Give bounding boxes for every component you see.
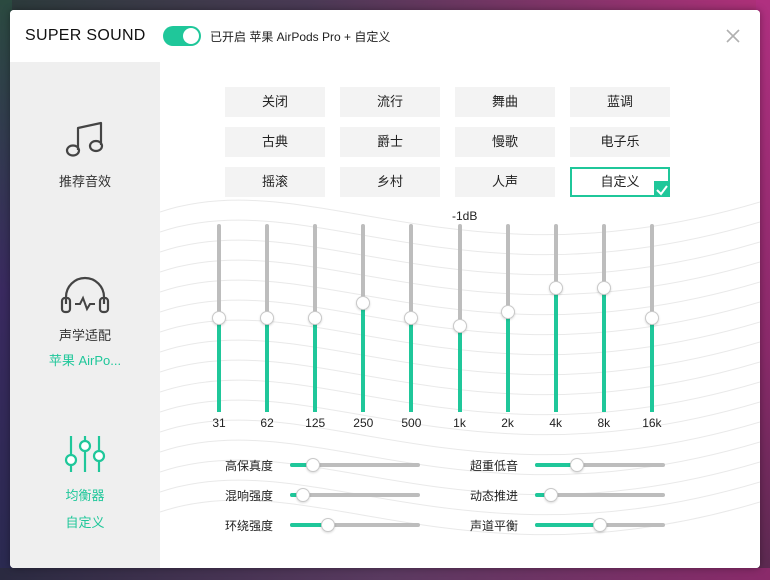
effect-slider-thumb[interactable] [544, 488, 559, 502]
sidebar-item-equalizer[interactable]: 均衡器 自定义 [10, 432, 160, 531]
db-readout: -1dB [452, 209, 478, 223]
eq-band-thumb[interactable] [644, 311, 659, 325]
effect-slider[interactable] [535, 488, 665, 502]
preset-button[interactable]: 摇滚 [225, 167, 325, 197]
status-text: 已开启 苹果 AirPods Pro + 自定义 [210, 30, 391, 44]
sidebar-item-label: 均衡器 [65, 488, 105, 503]
eq-band-thumb[interactable] [212, 311, 226, 325]
app-title: SUPER SOUND [25, 27, 146, 44]
eq-band-fill [313, 318, 318, 412]
eq-band-frequency: 62 [260, 416, 274, 430]
eq-band-thumb[interactable] [260, 311, 275, 325]
effect-label: 声道平衡 [470, 519, 519, 533]
sidebar-item-label: 推荐音效 [58, 174, 111, 189]
background-bottom [0, 568, 770, 580]
eq-band-thumb[interactable] [548, 280, 563, 295]
eq-band-frequency: 125 [305, 416, 326, 430]
preset-button-selected[interactable]: 自定义 [570, 167, 670, 197]
eq-band-slider[interactable] [498, 224, 518, 412]
eq-band-slider[interactable] [305, 224, 325, 412]
headphones-icon [60, 276, 110, 314]
eq-band-fill [553, 287, 558, 412]
sidebar-item-acoustic[interactable]: 声学适配 苹果 AirPo... [10, 276, 160, 369]
effect-slider-thumb[interactable] [321, 518, 336, 532]
effect-label: 环绕强度 [225, 519, 274, 533]
eq-band-slider[interactable] [450, 224, 470, 412]
effect-label: 超重低音 [470, 459, 519, 473]
eq-band-frequency: 16k [642, 416, 662, 430]
eq-band-slider[interactable] [209, 224, 229, 412]
eq-band-thumb[interactable] [404, 311, 419, 325]
effect-slider[interactable] [535, 458, 665, 472]
eq-band-thumb[interactable] [308, 311, 323, 325]
eq-band-slider[interactable] [353, 224, 373, 412]
effect-slider-thumb[interactable] [306, 458, 321, 472]
sidebar-item-label: 声学适配 [58, 328, 111, 343]
eq-band-fill [505, 312, 510, 412]
effect-label: 高保真度 [225, 459, 274, 473]
preset-button[interactable]: 舞曲 [455, 87, 555, 117]
eq-band-fill [601, 287, 606, 412]
eq-band-thumb[interactable] [500, 305, 515, 320]
close-button[interactable] [722, 25, 744, 47]
super-sound-window: SUPER SOUND 已开启 苹果 AirPods Pro + 自定义 推荐音… [10, 10, 760, 568]
checkmark-icon [654, 181, 670, 197]
eq-band-frequency: 4k [549, 416, 563, 430]
effect-slider[interactable] [535, 518, 665, 532]
effect-slider[interactable] [290, 518, 420, 532]
equalizer-icon [64, 436, 106, 472]
eq-band-frequency: 8k [597, 416, 611, 430]
sidebar-item-sublabel: 自定义 [65, 515, 105, 530]
eq-band-fill [265, 318, 270, 412]
music-note-icon [65, 121, 104, 157]
eq-band-frequency: 500 [401, 416, 422, 430]
eq-band-frequency: 2k [501, 416, 514, 430]
eq-band-slider[interactable] [642, 224, 662, 412]
preset-button[interactable]: 人声 [455, 167, 555, 197]
eq-band-fill [409, 318, 414, 412]
toggle-knob [183, 28, 199, 44]
preset-button[interactable]: 关闭 [225, 87, 325, 117]
effect-slider[interactable] [290, 458, 420, 472]
preset-button[interactable]: 爵士 [340, 127, 440, 157]
preset-button[interactable]: 古典 [225, 127, 325, 157]
sidebar-item-recommended[interactable]: 推荐音效 [10, 118, 160, 190]
titlebar: SUPER SOUND 已开启 苹果 AirPods Pro + 自定义 [10, 10, 760, 62]
eq-band-fill [649, 318, 654, 412]
sidebar-item-sublabel: 苹果 AirPo... [48, 353, 122, 368]
effect-label: 动态推进 [470, 489, 519, 503]
eq-band-thumb[interactable] [596, 280, 611, 295]
effect-slider-thumb[interactable] [593, 518, 607, 532]
eq-band-slider[interactable] [594, 224, 614, 412]
eq-band-fill [361, 302, 366, 412]
preset-button[interactable]: 慢歌 [455, 127, 555, 157]
effect-slider-fill [535, 523, 600, 527]
sidebar: 推荐音效 声学适配 苹果 AirPo... 均衡器 自定义 [10, 62, 160, 568]
effect-slider[interactable] [290, 488, 420, 502]
eq-band-frequency: 250 [353, 416, 374, 430]
eq-band-slider[interactable] [401, 224, 421, 412]
effect-slider-thumb[interactable] [295, 488, 310, 502]
eq-band-frequency: 31 [212, 416, 226, 430]
effect-label: 混响强度 [225, 489, 274, 503]
preset-button[interactable]: 电子乐 [570, 127, 670, 157]
effect-slider-thumb[interactable] [569, 458, 584, 472]
eq-band-thumb[interactable] [356, 295, 371, 310]
eq-band-slider[interactable] [546, 224, 566, 412]
preset-button[interactable]: 蓝调 [570, 87, 670, 117]
close-icon [726, 29, 740, 43]
eq-band-fill [457, 325, 462, 412]
equalizer-panel: 关闭 流行 舞曲 蓝调古典 爵士 慢歌 电子乐摇滚 乡村 人声 自定义 -1dB 31 62 125 2… [160, 62, 760, 568]
eq-band-thumb[interactable] [452, 318, 467, 333]
eq-band-fill [217, 318, 221, 412]
sound-effect-toggle[interactable] [163, 26, 201, 46]
preset-button[interactable]: 流行 [340, 87, 440, 117]
eq-band-slider[interactable] [257, 224, 277, 412]
eq-band-frequency: 1k [453, 416, 466, 430]
preset-button[interactable]: 乡村 [340, 167, 440, 197]
